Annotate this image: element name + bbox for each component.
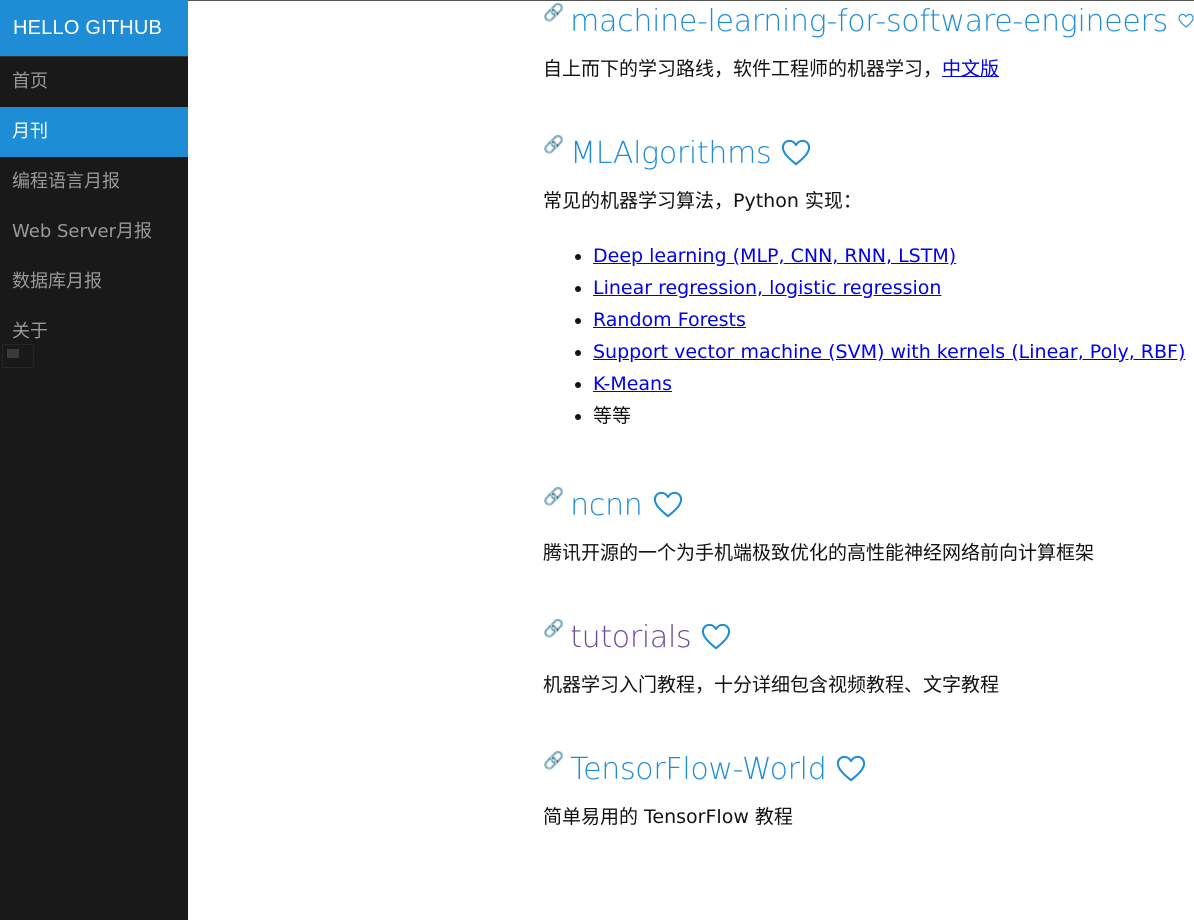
repo-title-link[interactable]: ncnn (570, 488, 643, 523)
repo-description: 机器学习入门教程，十分详细包含视频教程、文字教程 (543, 674, 1000, 696)
repo-description: 自上而下的学习路线，软件工程师的机器学习，中文版 (543, 58, 1000, 80)
repo-description: 简单易用的 TensorFlow 教程 (543, 806, 793, 828)
heart-outline-icon[interactable] (1178, 7, 1194, 35)
link-chain-icon[interactable]: 🔗 (543, 3, 564, 23)
small-widget-icon (2, 344, 34, 368)
repo-entry: 🔗 ncnn 腾讯开源的一个为手机端极致优化的高性能神经网络前向计算框架 (543, 484, 1194, 566)
repo-entry: 🔗 tutorials 机器学习入门教程，十分详细包含视频教程、文字教程 (543, 616, 1194, 698)
repo-title-link[interactable]: MLAlgorithms (570, 136, 772, 171)
link-chain-icon[interactable]: 🔗 (543, 487, 564, 507)
heart-outline-icon[interactable] (836, 755, 866, 783)
repo-description: 常见的机器学习算法，Python 实现： (543, 190, 862, 212)
sidebar: HELLO GITHUB 首页 月刊 编程语言月报 Web Server月报 数… (0, 0, 188, 920)
repo-entry: 🔗 MLAlgorithms 常见的机器学习算法，Python 实现： Deep… (543, 132, 1194, 432)
sidebar-item-language-monthly[interactable]: 编程语言月报 (0, 157, 188, 207)
link-chain-icon[interactable]: 🔗 (543, 751, 564, 771)
list-item: K-Means (593, 368, 1194, 400)
algorithm-list: Deep learning (MLP, CNN, RNN, LSTM) Line… (543, 240, 1194, 432)
list-item: Linear regression, logistic regression (593, 272, 1194, 304)
list-item: Deep learning (MLP, CNN, RNN, LSTM) (593, 240, 1194, 272)
sidebar-item-webserver-monthly[interactable]: Web Server月报 (0, 207, 188, 257)
repo-title-link[interactable]: TensorFlow-World (570, 752, 827, 787)
heart-outline-icon[interactable] (781, 139, 811, 167)
repo-title-link[interactable]: machine-learning-for-software-engineers (570, 4, 1168, 39)
repo-header: 🔗 machine-learning-for-software-engineer… (543, 0, 1194, 42)
repo-entry: 🔗 TensorFlow-World 简单易用的 TensorFlow 教程 (543, 748, 1194, 830)
heart-outline-icon[interactable] (701, 623, 731, 651)
link-chain-icon[interactable]: 🔗 (543, 135, 564, 155)
sidebar-item-monthly[interactable]: 月刊 (0, 107, 188, 157)
algorithm-link[interactable]: Linear regression, logistic regression (593, 277, 941, 299)
brand-logo[interactable]: HELLO GITHUB (0, 0, 188, 56)
sidebar-item-database-monthly[interactable]: 数据库月报 (0, 257, 188, 307)
repo-header: 🔗 ncnn (543, 484, 1194, 526)
repo-header: 🔗 TensorFlow-World (543, 748, 1194, 790)
repo-header: 🔗 tutorials (543, 616, 1194, 658)
repo-header: 🔗 MLAlgorithms (543, 132, 1194, 174)
main-content: 🔗 machine-learning-for-software-engineer… (543, 0, 1194, 830)
link-chain-icon[interactable]: 🔗 (543, 619, 564, 639)
list-item: Support vector machine (SVM) with kernel… (593, 336, 1194, 368)
algorithm-link[interactable]: Deep learning (MLP, CNN, RNN, LSTM) (593, 245, 956, 267)
algorithm-link[interactable]: Support vector machine (SVM) with kernel… (593, 341, 1185, 363)
chinese-version-link[interactable]: 中文版 (942, 58, 999, 80)
repo-title-link[interactable]: tutorials (570, 620, 692, 655)
repo-entry: 🔗 machine-learning-for-software-engineer… (543, 0, 1194, 82)
algorithm-link[interactable]: Random Forests (593, 309, 746, 331)
list-item: Random Forests (593, 304, 1194, 336)
sidebar-menu: 首页 月刊 编程语言月报 Web Server月报 数据库月报 关于 (0, 56, 188, 357)
algorithm-link[interactable]: K-Means (593, 373, 672, 395)
repo-description: 腾讯开源的一个为手机端极致优化的高性能神经网络前向计算框架 (543, 542, 1095, 564)
list-item: 等等 (593, 400, 1194, 432)
heart-outline-icon[interactable] (653, 491, 683, 519)
sidebar-item-home[interactable]: 首页 (0, 56, 188, 107)
